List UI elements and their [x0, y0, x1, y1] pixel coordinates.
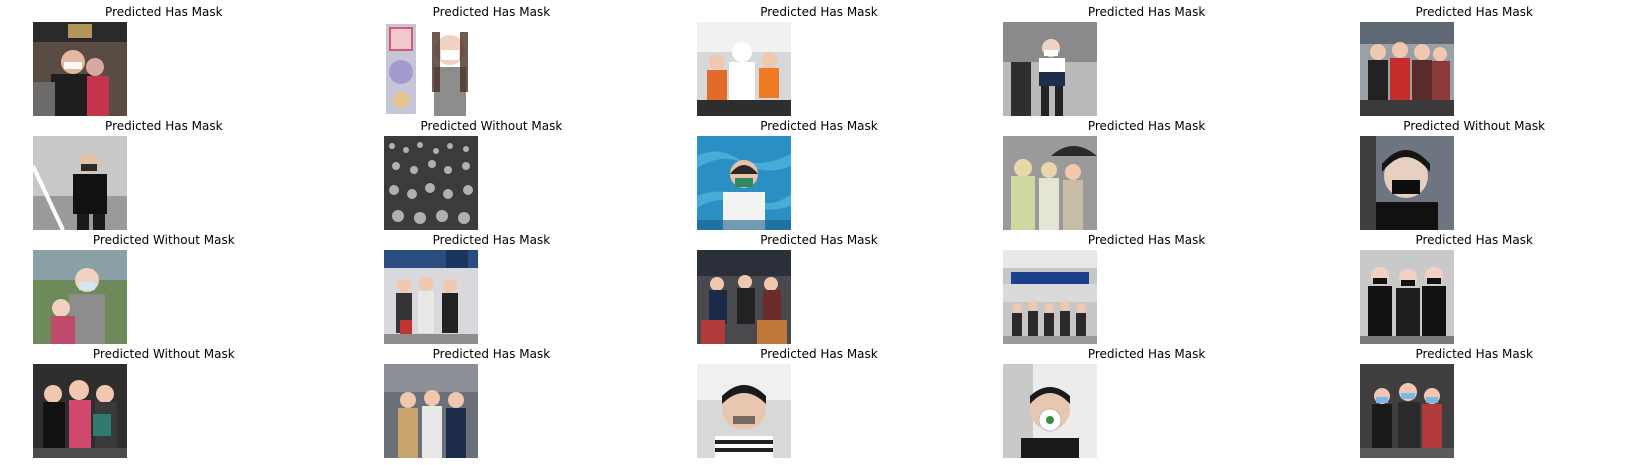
panel-image	[1360, 136, 1455, 230]
panel-image	[383, 136, 478, 230]
panel-title: Predicted Has Mask	[760, 347, 878, 361]
panel-title: Predicted Has Mask	[105, 119, 223, 133]
panel-image	[697, 22, 792, 116]
panel-3: Predicted Has Mask	[655, 0, 983, 116]
panel-title: Predicted Without Mask	[92, 233, 235, 247]
panel-8: Predicted Has Mask	[655, 114, 983, 230]
panel-title: Predicted Has Mask	[1415, 347, 1533, 361]
panel-13: Predicted Has Mask	[655, 228, 983, 344]
panel-title: Predicted Has Mask	[1087, 5, 1206, 19]
panel-2: Predicted Has Mask	[328, 0, 656, 116]
panel-title: Predicted Has Mask	[105, 5, 223, 19]
panel-title: Predicted Has Mask	[432, 233, 551, 247]
panel-image	[383, 22, 478, 116]
panel-image	[1360, 22, 1455, 116]
panel-9: Predicted Has Mask	[983, 114, 1311, 230]
panel-image	[1002, 22, 1097, 116]
panel-title: Predicted Has Mask	[760, 119, 878, 133]
panel-image	[1360, 364, 1455, 458]
panel-image	[33, 136, 127, 230]
panel-19: Predicted Has Mask	[983, 342, 1311, 458]
panel-5: Predicted Has Mask	[1310, 0, 1638, 116]
panel-4: Predicted Has Mask	[983, 0, 1311, 116]
panel-image	[33, 250, 127, 344]
panel-image	[1002, 136, 1097, 230]
prediction-grid: Predicted Has Mask Predicted Has Mask Pr…	[0, 0, 1638, 465]
panel-title: Predicted Has Mask	[1087, 119, 1206, 133]
panel-image	[697, 250, 792, 344]
panel-15: Predicted Has Mask	[1310, 228, 1638, 344]
panel-title: Predicted Has Mask	[1087, 233, 1206, 247]
panel-title: Predicted Has Mask	[760, 5, 878, 19]
panel-image	[1360, 250, 1455, 344]
panel-14: Predicted Has Mask	[983, 228, 1311, 344]
panel-title: Predicted Has Mask	[432, 347, 551, 361]
panel-image	[1002, 250, 1097, 344]
panel-16: Predicted Without Mask	[0, 342, 328, 458]
panel-20: Predicted Has Mask	[1310, 342, 1638, 458]
panel-image	[33, 22, 127, 116]
panel-1: Predicted Has Mask	[0, 0, 328, 116]
panel-title: Predicted Without Mask	[1403, 119, 1546, 133]
panel-6: Predicted Has Mask	[0, 114, 328, 230]
panel-image	[383, 364, 478, 458]
panel-image	[697, 364, 792, 458]
panel-title: Predicted Has Mask	[432, 5, 551, 19]
panel-17: Predicted Has Mask	[328, 342, 656, 458]
panel-12: Predicted Has Mask	[328, 228, 656, 344]
panel-title: Predicted Has Mask	[760, 233, 878, 247]
panel-7: Predicted Without Mask	[328, 114, 656, 230]
panel-title: Predicted Has Mask	[1087, 347, 1206, 361]
panel-image	[383, 250, 478, 344]
panel-10: Predicted Without Mask	[1310, 114, 1638, 230]
panel-title: Predicted Without Mask	[420, 119, 563, 133]
panel-11: Predicted Without Mask	[0, 228, 328, 344]
panel-18: Predicted Has Mask	[655, 342, 983, 458]
panel-title: Predicted Has Mask	[1415, 5, 1533, 19]
panel-image	[697, 136, 792, 230]
panel-title: Predicted Without Mask	[92, 347, 235, 361]
panel-image	[1002, 364, 1097, 458]
panel-image	[33, 364, 127, 458]
panel-title: Predicted Has Mask	[1415, 233, 1533, 247]
